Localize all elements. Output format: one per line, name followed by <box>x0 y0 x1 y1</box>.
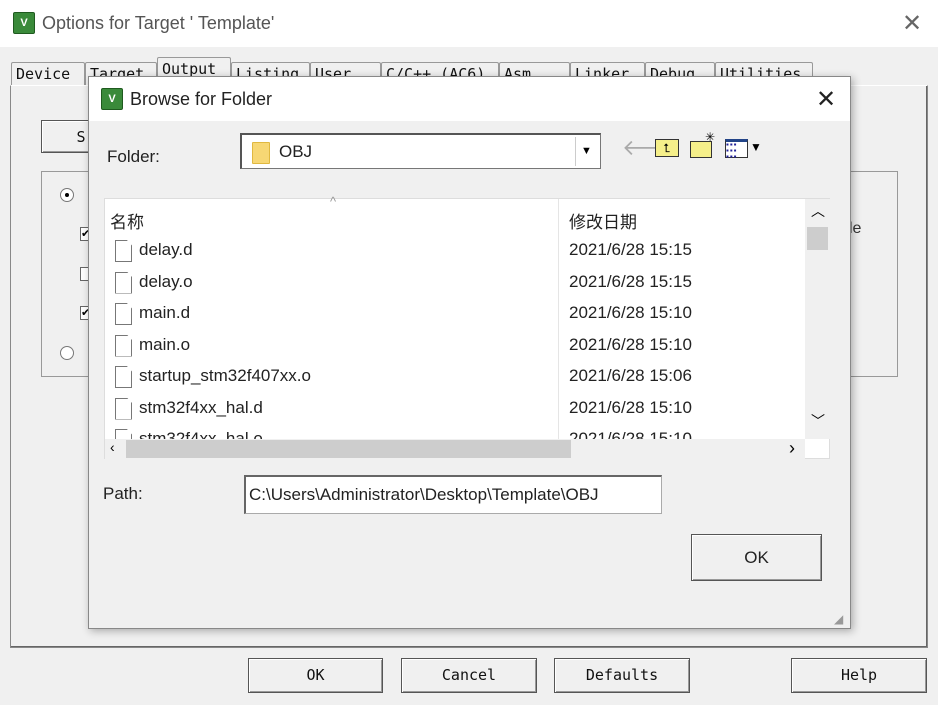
up-folder-icon[interactable]: ⮤ <box>655 139 679 157</box>
close-icon[interactable]: ✕ <box>902 9 922 38</box>
file-name: startup_stm32f407xx.o <box>139 366 311 385</box>
file-row[interactable]: delay.o 2021/6/28 15:15 <box>115 268 805 299</box>
file-date: 2021/6/28 15:10 <box>569 397 692 417</box>
window-title-bar: V Options for Target ' Template' ✕ <box>0 0 938 47</box>
column-header-name[interactable]: 名称 <box>110 208 144 233</box>
file-icon <box>115 429 132 439</box>
file-row[interactable]: startup_stm32f407xx.o 2021/6/28 15:06 <box>115 362 805 393</box>
horizontal-scroll-thumb[interactable] <box>126 440 571 458</box>
file-name: delay.o <box>139 271 193 291</box>
file-date: 2021/6/28 15:10 <box>569 334 692 354</box>
scroll-up-icon[interactable]: ︿ <box>811 201 825 221</box>
file-icon <box>115 303 132 325</box>
folder-icon <box>252 142 270 164</box>
folder-label: Folder: <box>107 147 160 166</box>
horizontal-scrollbar[interactable]: ‹ › <box>105 438 805 459</box>
dialog-title-bar: V Browse for Folder ✕ <box>89 77 850 121</box>
keil-logo-icon: V <box>13 12 35 34</box>
create-library-radio[interactable] <box>60 346 74 360</box>
view-menu-icon[interactable]: ▪▪▪ ▪▪▪ ▪▪▪ <box>725 139 748 161</box>
file-row[interactable]: main.o 2021/6/28 15:10 <box>115 331 805 362</box>
resize-grip-icon[interactable]: ◢ <box>834 612 843 626</box>
file-date: 2021/6/28 15:15 <box>569 271 692 291</box>
file-icon <box>115 271 132 294</box>
file-name: stm32f4xx_hal.d <box>139 397 263 417</box>
file-rows: delay.d 2021/6/28 15:15 delay.o 2021/6/28 1… <box>105 236 805 439</box>
sort-up-icon: ^ <box>330 194 337 209</box>
scroll-right-icon[interactable]: › <box>789 438 795 459</box>
ok-button[interactable]: OK <box>248 658 383 693</box>
file-date: 2021/6/28 15:10 <box>569 303 692 322</box>
close-icon[interactable]: ✕ <box>816 85 836 114</box>
vertical-scrollbar[interactable]: ︿ ﹀ <box>805 199 830 439</box>
file-date: 2021/6/28 15:06 <box>569 366 692 385</box>
new-folder-icon[interactable]: ✳ <box>690 130 715 158</box>
browse-folder-dialog: V Browse for Folder ✕ Folder: OBJ ▼ 🡐 ⮤ … <box>88 76 851 629</box>
column-header-date: 修改日期 <box>569 213 637 232</box>
path-input[interactable]: C:\Users\Administrator\Desktop\Template\… <box>244 475 662 514</box>
chevron-down-icon[interactable]: ▼ <box>750 140 762 154</box>
file-name: delay.d <box>139 240 193 259</box>
file-list: ^ 名称 修改日期 delay.d 2021/6/28 15:15 delay.o 2… <box>104 194 830 459</box>
file-icon <box>115 366 132 388</box>
file-name: stm32f4xx_hal.o <box>139 429 263 439</box>
cancel-button[interactable]: Cancel <box>401 658 537 693</box>
tab-device[interactable]: Device <box>11 62 85 86</box>
folder-combobox[interactable]: OBJ ▼ <box>240 133 601 169</box>
file-row[interactable]: delay.d 2021/6/28 15:15 <box>115 236 805 267</box>
file-row[interactable]: stm32f4xx_hal.d 2021/6/28 15:10 <box>115 394 805 425</box>
file-icon <box>115 334 132 357</box>
folder-value: OBJ <box>279 142 313 161</box>
file-date: 2021/6/28 15:10 <box>569 429 692 439</box>
file-row[interactable]: stm32f4xx_hal.o 2021/6/28 15:10 <box>115 425 805 439</box>
file-icon <box>115 240 132 262</box>
help-button[interactable]: Help <box>791 658 927 693</box>
path-label: Path: <box>103 484 143 503</box>
vertical-scroll-thumb[interactable] <box>807 227 828 250</box>
defaults-button[interactable]: Defaults <box>554 658 690 693</box>
window-title: Options for Target ' Template' <box>42 13 275 33</box>
file-row[interactable]: main.d 2021/6/28 15:10 <box>115 299 805 330</box>
scroll-left-icon[interactable]: ‹ <box>110 439 115 455</box>
file-name: main.d <box>139 303 191 322</box>
file-name: main.o <box>139 334 191 354</box>
create-executable-radio[interactable] <box>60 188 74 202</box>
dialog-title: Browse for Folder <box>130 89 273 109</box>
scroll-down-icon[interactable]: ﹀ <box>811 411 825 431</box>
keil-logo-icon: V <box>101 88 123 110</box>
file-date: 2021/6/28 15:15 <box>569 240 692 259</box>
chevron-down-icon[interactable]: ▼ <box>575 137 597 166</box>
file-icon <box>115 397 132 420</box>
dialog-ok-button[interactable]: OK <box>691 534 822 581</box>
